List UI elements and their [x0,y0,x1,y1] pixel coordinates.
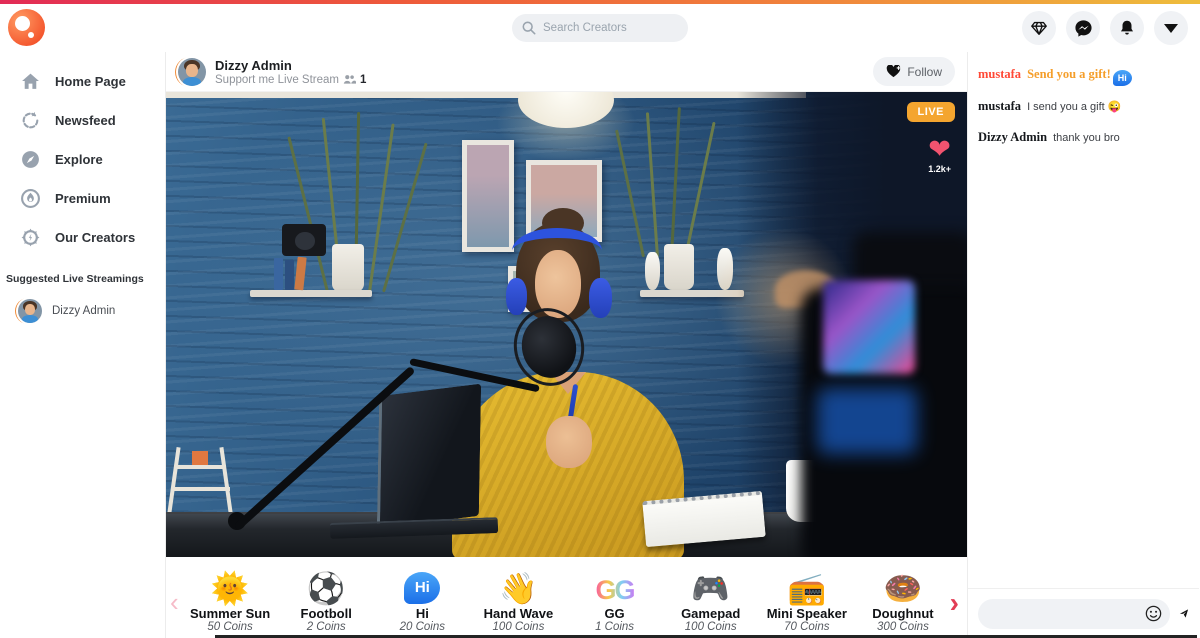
viewers-icon [343,74,356,85]
gem-button[interactable] [1022,11,1056,45]
chat-message: Dizzy Adminthank you bro [978,126,1189,148]
viewer-count: 1 [360,74,366,86]
messenger-icon [1074,19,1093,38]
ladder-shelf [172,447,242,513]
emoji-icon[interactable] [1145,605,1162,622]
carousel-next-icon[interactable]: › [950,589,959,617]
hand-wave-icon: 👋 [499,562,538,604]
gift-summer-sun[interactable]: 🌞 Summer Sun 50 Coins [182,562,278,633]
summer-sun-icon: 🌞 [211,562,250,604]
ceiling [166,92,806,98]
carousel-prev-icon[interactable]: ‹ [170,587,179,618]
gift-footboll[interactable]: ⚽ Footboll 2 Coins [278,562,374,633]
chat-input[interactable] [990,607,1145,621]
football-icon: ⚽ [307,562,346,604]
suggested-streams-header: Suggested Live Streamings [0,257,165,295]
refresh-icon [20,110,41,131]
chat-input-pill[interactable] [978,599,1170,629]
sidebar-item-explore[interactable]: Explore [0,140,165,179]
likes-count: 1.2k+ [928,164,951,174]
messenger-button[interactable] [1066,11,1100,45]
gear-bolt-icon [20,227,41,248]
heart-plus-icon [886,65,901,78]
doughnut-icon: 🍩 [884,562,923,604]
avatar [18,299,42,323]
sidebar-item-newsfeed[interactable]: Newsfeed [0,101,165,140]
chat-messages: mustafaSend you a gift!Hi mustafaI send … [968,52,1199,588]
shelf-left [250,290,372,297]
likes-overlay[interactable]: ❤ 1.2k+ [928,136,951,174]
picture-frame [462,140,514,252]
home-icon [20,71,41,92]
chat-message: mustafaI send you a gift 😜 [978,95,1189,117]
camera-screen [823,280,915,374]
gift-gg[interactable]: GG GG 1 Coins [567,562,663,633]
gift-hi[interactable]: Hi Hi 20 Coins [374,562,470,633]
mini-speaker-icon: 📻 [788,562,827,604]
chat-panel: mustafaSend you a gift!Hi mustafaI send … [968,52,1199,638]
plant-pot-left [332,244,364,292]
gg-icon: GG [596,577,634,604]
live-badge: LIVE [907,102,955,122]
flame-badge-icon [20,188,41,209]
plant-pot-right [664,244,694,290]
sidebar: Home Page Newsfeed Explore Premium Our C… [0,52,165,638]
vintage-camera-prop [282,224,326,256]
follow-button[interactable]: Follow [873,57,955,86]
search-icon [522,21,536,35]
hi-bubble-icon: Hi [404,572,440,604]
sidebar-item-home[interactable]: Home Page [0,62,165,101]
gift-doughnut[interactable]: 🍩 Doughnut 300 Coins [855,562,951,633]
sidebar-item-our-creators[interactable]: Our Creators [0,218,165,257]
streamer-avatar[interactable] [178,58,206,86]
streamer-name: Dizzy Admin [215,58,366,73]
gamepad-icon: 🎮 [691,562,730,604]
laptop [377,384,481,529]
gift-hand-wave[interactable]: 👋 Hand Wave 100 Coins [470,562,566,633]
stream-subtitle: Support me Live Stream 1 [215,74,366,86]
sidebar-item-premium[interactable]: Premium [0,179,165,218]
chat-message: mustafaSend you a gift!Hi [978,63,1189,86]
account-menu-button[interactable] [1154,11,1188,45]
heart-icon[interactable]: ❤ [928,136,951,163]
send-icon[interactable] [1179,603,1189,624]
chevron-down-icon [1164,24,1178,33]
app-logo[interactable] [8,9,45,46]
headphones [512,228,602,274]
gift-gamepad[interactable]: 🎮 Gamepad 100 Coins [663,562,759,633]
chat-input-bar [968,588,1199,638]
gem-icon [1030,19,1048,37]
stream-header: Dizzy Admin Support me Live Stream 1 Fol… [166,52,967,92]
navbar [0,4,1200,52]
gift-carousel: ‹ 🌞 Summer Sun 50 Coins ⚽ Footboll 2 Coi… [166,557,967,637]
search-bar[interactable] [512,14,688,42]
stream-main: Dizzy Admin Support me Live Stream 1 Fol… [165,52,968,638]
gift-mini-speaker[interactable]: 📻 Mini Speaker 70 Coins [759,562,855,633]
search-input[interactable] [543,22,663,34]
suggested-stream-dizzy-admin[interactable]: Dizzy Admin [0,295,165,327]
notifications-button[interactable] [1110,11,1144,45]
live-video-player[interactable]: LIVE ❤ 1.2k+ [166,92,967,557]
plant-right [634,107,714,257]
compass-icon [20,149,41,170]
bell-icon [1118,19,1136,37]
hi-gift-chip-icon: Hi [1113,70,1132,86]
